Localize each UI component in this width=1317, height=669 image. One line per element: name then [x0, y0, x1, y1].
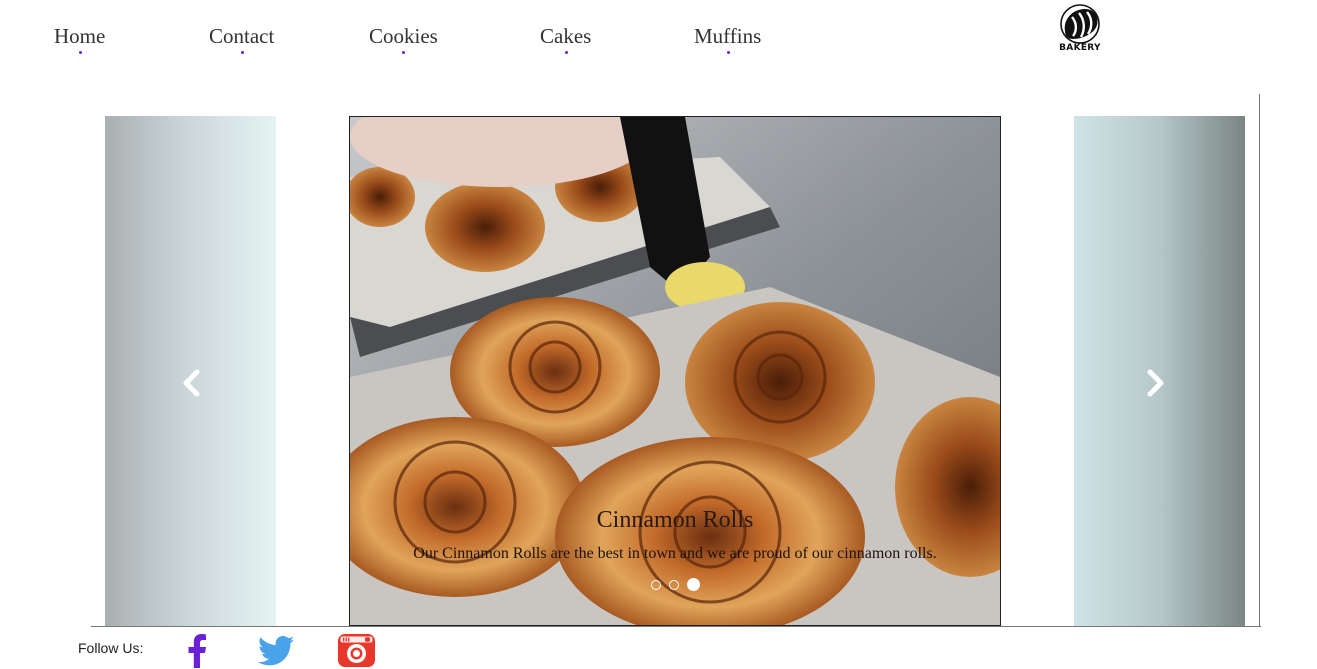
- bread-icon: [1060, 4, 1100, 44]
- nav-dot: [726, 51, 730, 54]
- nav-dot: [240, 51, 244, 54]
- carousel-next-area[interactable]: [1074, 116, 1245, 626]
- facebook-icon[interactable]: [187, 634, 207, 668]
- nav-item-label: Muffins: [694, 24, 762, 48]
- instagram-icon[interactable]: [338, 634, 375, 667]
- nav-item-cookies[interactable]: Cookies: [369, 22, 438, 54]
- chevron-right-icon[interactable]: [1142, 368, 1168, 398]
- nav-item-home[interactable]: Home: [54, 22, 106, 54]
- nav-item-label: Cookies: [369, 24, 438, 48]
- slide-title: Cinnamon Rolls: [596, 507, 754, 533]
- nav-dot: [78, 51, 82, 54]
- carousel-slide[interactable]: Cinnamon Rolls Our Cinnamon Rolls are th…: [349, 116, 1001, 626]
- nav-item-label: Cakes: [540, 24, 592, 48]
- carousel-indicator-2[interactable]: [668, 579, 679, 590]
- nav-item-label: Contact: [209, 24, 275, 48]
- chevron-left-icon[interactable]: [179, 368, 205, 398]
- nav-item-muffins[interactable]: Muffins: [694, 22, 762, 54]
- nav-item-cakes[interactable]: Cakes: [540, 22, 592, 54]
- logo-text: BAKERY: [1059, 43, 1101, 53]
- bakery-logo[interactable]: BAKERY: [1057, 3, 1103, 59]
- frame-divider: [1259, 94, 1260, 627]
- slide-caption: Our Cinnamon Rolls are the best in town …: [413, 545, 937, 562]
- carousel-indicators: [350, 578, 1000, 591]
- carousel-prev-area[interactable]: [105, 116, 276, 626]
- page: Home Contact Cookies Cakes Muffins BAKER…: [0, 0, 1317, 669]
- frame-divider: [91, 626, 1261, 627]
- nav-item-label: Home: [54, 24, 106, 48]
- follow-us-label: Follow Us:: [78, 640, 144, 656]
- nav-dot: [402, 51, 406, 54]
- nav-dot: [564, 51, 568, 54]
- carousel-indicator-1[interactable]: [650, 579, 661, 590]
- top-navigation: Home Contact Cookies Cakes Muffins BAKER…: [0, 0, 1317, 70]
- nav-item-contact[interactable]: Contact: [209, 22, 275, 54]
- carousel-indicator-3[interactable]: [686, 578, 700, 591]
- twitter-icon[interactable]: [258, 636, 295, 666]
